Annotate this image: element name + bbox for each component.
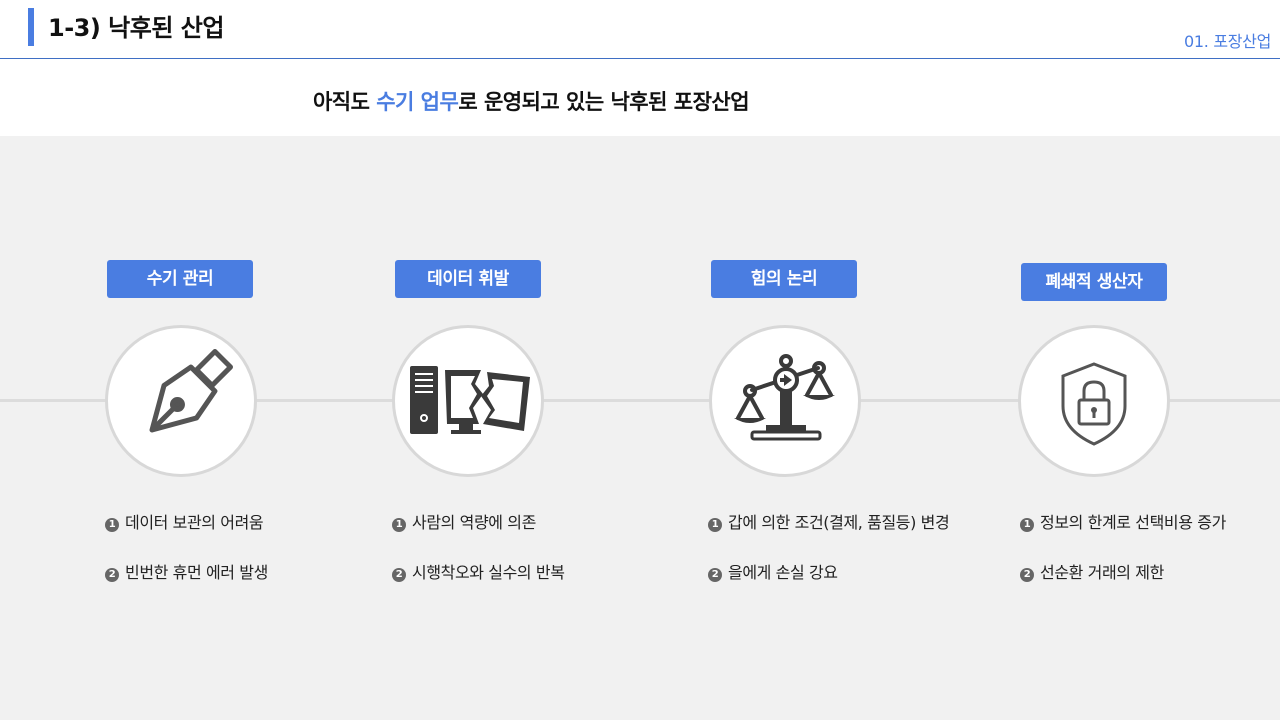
icon-circle-1 (105, 325, 257, 477)
list-item: 2 선순환 거래의 제한 (1020, 559, 1164, 583)
number-badge: 2 (1020, 568, 1034, 582)
number-badge: 2 (708, 568, 722, 582)
unbalanced-scale-icon (734, 354, 835, 441)
badge-data-volatility: 데이터 휘발 (395, 260, 541, 298)
number-badge: 2 (392, 568, 406, 582)
list-item: 2 을에게 손실 강요 (708, 559, 838, 583)
list-item: 1 정보의 한계로 선택비용 증가 (1020, 509, 1226, 533)
slide-subtitle: 아직도 수기 업무로 운영되고 있는 낙후된 포장산업 (0, 86, 1062, 116)
list-item: 2 시행착오와 실수의 반복 (392, 559, 565, 583)
number-badge: 1 (1020, 518, 1034, 532)
list-item: 2 빈번한 휴먼 에러 발생 (105, 559, 268, 583)
title-accent-bar (28, 8, 34, 46)
number-badge: 1 (708, 518, 722, 532)
shield-lock-icon (1061, 362, 1127, 446)
item-text: 시행착오와 실수의 반복 (412, 563, 565, 582)
subtitle-text-after: 로 운영되고 있는 낙후된 포장산업 (458, 90, 750, 114)
section-label: 01. 포장산업 (1183, 32, 1271, 51)
badge-closed-producer: 폐쇄적 생산자 (1021, 263, 1167, 301)
slide-header: 1-3) 낙후된 산업 01. 포장산업 (0, 0, 1280, 59)
badge-logic-of-power: 힘의 논리 (711, 260, 857, 298)
broken-computer-icon (410, 366, 530, 434)
badge-manual-management: 수기 관리 (107, 260, 253, 298)
number-badge: 1 (392, 518, 406, 532)
item-text: 빈번한 휴먼 에러 발생 (125, 563, 268, 582)
list-item: 1 데이터 보관의 어려움 (105, 509, 264, 533)
item-text: 정보의 한계로 선택비용 증가 (1040, 513, 1226, 532)
icon-circle-4 (1018, 325, 1170, 477)
fountain-pen-icon (149, 349, 233, 433)
item-text: 을에게 손실 강요 (728, 563, 838, 582)
icon-circle-3 (709, 325, 861, 477)
list-item: 1 갑에 의한 조건(결제, 품질등) 변경 (708, 509, 950, 533)
list-item: 1 사람의 역량에 의존 (392, 509, 536, 533)
number-badge: 1 (105, 518, 119, 532)
item-text: 선순환 거래의 제한 (1040, 563, 1164, 582)
number-badge: 2 (105, 568, 119, 582)
item-text: 사람의 역량에 의존 (412, 513, 536, 532)
subtitle-highlight: 수기 업무 (376, 90, 459, 114)
slide-title: 1-3) 낙후된 산업 (48, 14, 224, 42)
item-text: 데이터 보관의 어려움 (125, 513, 264, 532)
subtitle-text-before: 아직도 (312, 90, 377, 114)
item-text: 갑에 의한 조건(결제, 품질등) 변경 (728, 513, 950, 532)
icon-circle-2 (392, 325, 544, 477)
